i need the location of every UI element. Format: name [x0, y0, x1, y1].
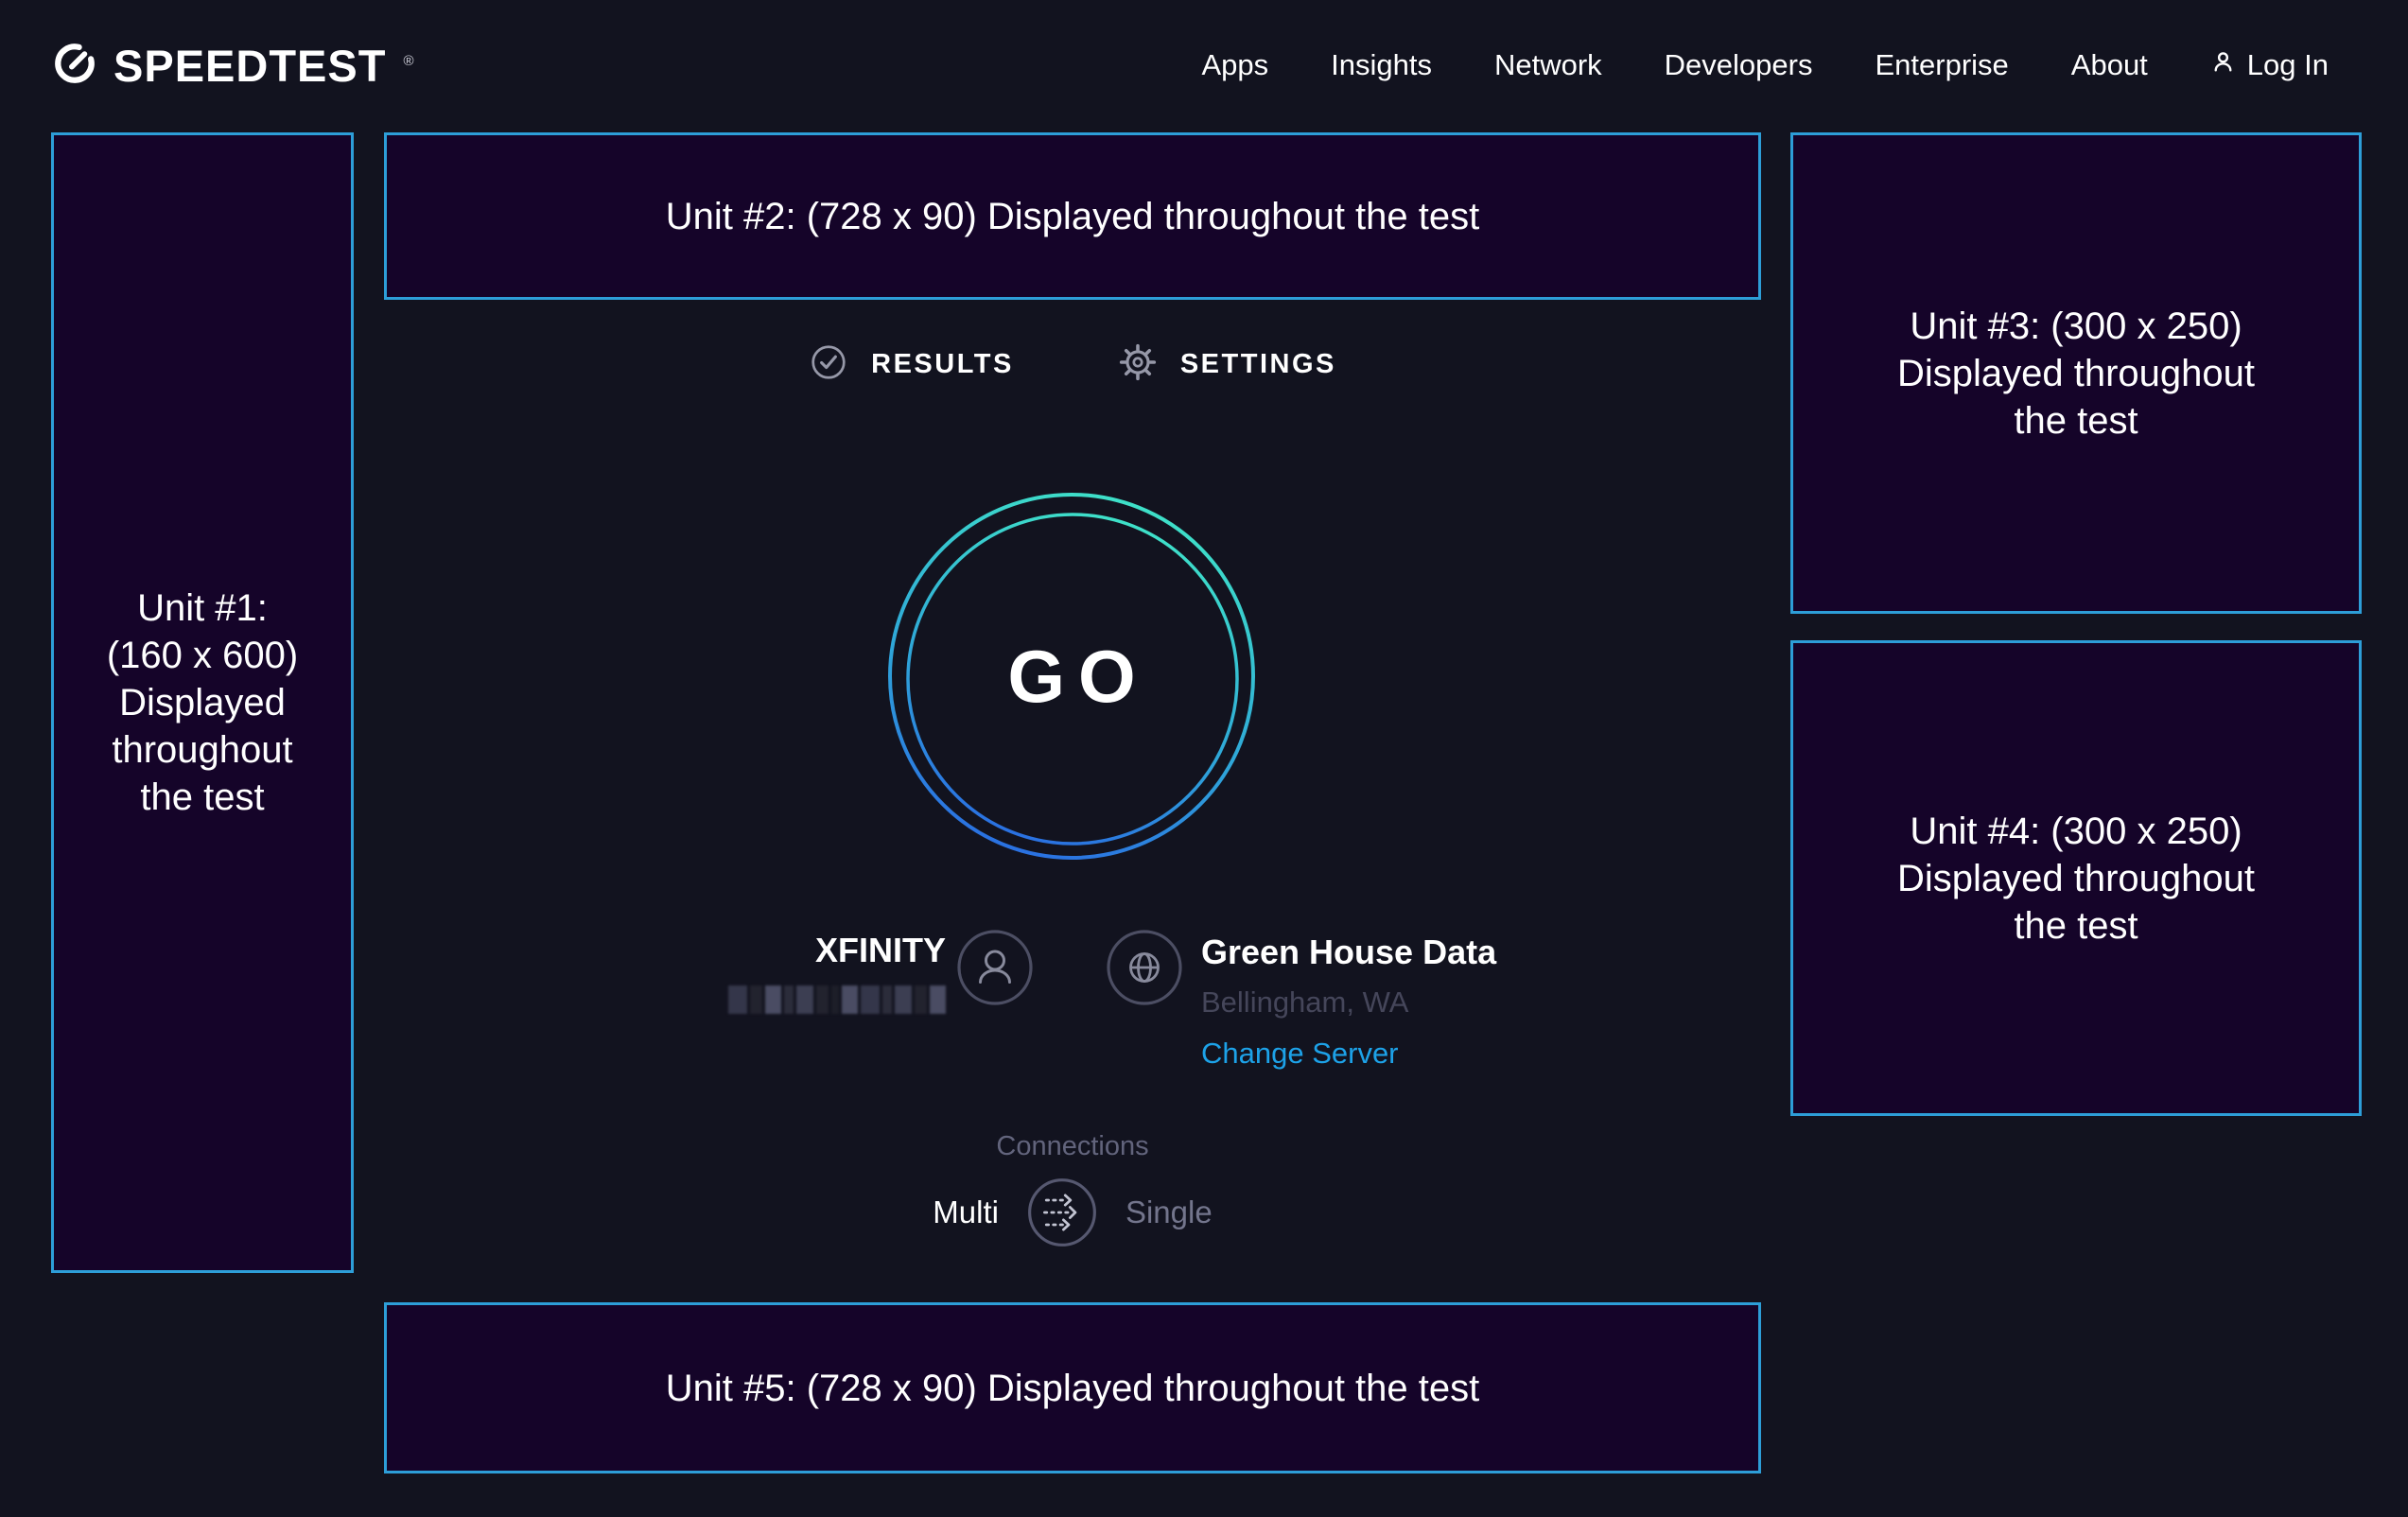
logo-trademark: ®	[403, 53, 413, 69]
user-icon	[2210, 48, 2236, 82]
speedometer-gauge-icon	[51, 40, 98, 92]
nav-menu: Apps Insights Network Developers Enterpr…	[1201, 48, 2329, 82]
logo-text: SPEEDTEST	[113, 40, 386, 92]
isp-name: XFINITY	[605, 931, 946, 970]
connections-option-single[interactable]: Single	[1125, 1194, 1213, 1230]
ad-text-line: throughout	[112, 726, 292, 774]
ad-text-line: Unit #3: (300 x 250)	[1910, 303, 2242, 350]
ad-text-line: the test	[2014, 902, 2138, 950]
connections-label: Connections	[384, 1131, 1761, 1162]
nav-item-network[interactable]: Network	[1494, 48, 1602, 82]
nav-item-insights[interactable]: Insights	[1331, 48, 1432, 82]
ad-text-line: Displayed throughout	[1897, 855, 2255, 902]
ad-text-line: the test	[140, 774, 264, 821]
ad-unit-4-rectangle: Unit #4: (300 x 250) Displayed throughou…	[1790, 640, 2362, 1116]
isp-info: XFINITY	[605, 931, 946, 1014]
speedtest-page: { "nav": { "logo": { "text": "SPEEDTEST"…	[0, 0, 2408, 1517]
tab-results[interactable]: RESULTS	[809, 342, 1014, 387]
ad-text-line: Unit #4: (300 x 250)	[1910, 808, 2242, 855]
change-server-link[interactable]: Change Server	[1201, 1037, 1399, 1071]
server-globe-icon	[1105, 928, 1184, 1007]
go-button-label: GO	[994, 634, 1148, 720]
check-circle-icon	[809, 342, 848, 387]
multi-connections-icon[interactable]	[1025, 1176, 1099, 1249]
isp-user-icon	[955, 928, 1035, 1007]
ad-unit-5-banner: Unit #5: (728 x 90) Displayed throughout…	[384, 1302, 1761, 1473]
ad-text-line: Unit #1:	[137, 584, 268, 632]
server-info: Green House Data Bellingham, WA Change S…	[1201, 933, 1496, 1071]
tab-results-label: RESULTS	[871, 349, 1014, 380]
nav-item-apps[interactable]: Apps	[1201, 48, 1268, 82]
server-name: Green House Data	[1201, 933, 1496, 972]
view-tabs: RESULTS SETTINGS	[384, 326, 1761, 402]
ad-text-line: (160 x 600)	[107, 632, 298, 679]
ad-text-line: Displayed throughout	[1897, 350, 2255, 397]
tab-settings[interactable]: SETTINGS	[1118, 342, 1336, 387]
connections-toggle-row: Multi Single	[384, 1175, 1761, 1250]
connections-option-multi[interactable]: Multi	[933, 1194, 999, 1230]
ad-text-line: the test	[2014, 397, 2138, 445]
server-location: Bellingham, WA	[1201, 985, 1496, 1020]
nav-item-about[interactable]: About	[2071, 48, 2148, 82]
gear-icon	[1118, 342, 1158, 387]
login-label: Log In	[2247, 48, 2329, 82]
tab-settings-label: SETTINGS	[1180, 349, 1336, 380]
ad-text: Unit #2: (728 x 90) Displayed throughout…	[666, 193, 1480, 240]
login-button[interactable]: Log In	[2210, 48, 2329, 82]
go-button[interactable]: GO	[886, 491, 1257, 862]
top-navbar: SPEEDTEST ® Apps Insights Network Develo…	[0, 0, 2408, 131]
ip-address-redacted	[728, 985, 946, 1014]
ad-unit-2-banner: Unit #2: (728 x 90) Displayed throughout…	[384, 132, 1761, 300]
ad-unit-3-rectangle: Unit #3: (300 x 250) Displayed throughou…	[1790, 132, 2362, 614]
ad-text: Unit #5: (728 x 90) Displayed throughout…	[666, 1365, 1480, 1412]
nav-item-developers[interactable]: Developers	[1665, 48, 1813, 82]
ad-unit-1-skyscraper: Unit #1: (160 x 600) Displayed throughou…	[51, 132, 354, 1273]
nav-item-enterprise[interactable]: Enterprise	[1875, 48, 2008, 82]
speedtest-logo[interactable]: SPEEDTEST ®	[51, 40, 414, 92]
ad-text-line: Displayed	[119, 679, 286, 726]
